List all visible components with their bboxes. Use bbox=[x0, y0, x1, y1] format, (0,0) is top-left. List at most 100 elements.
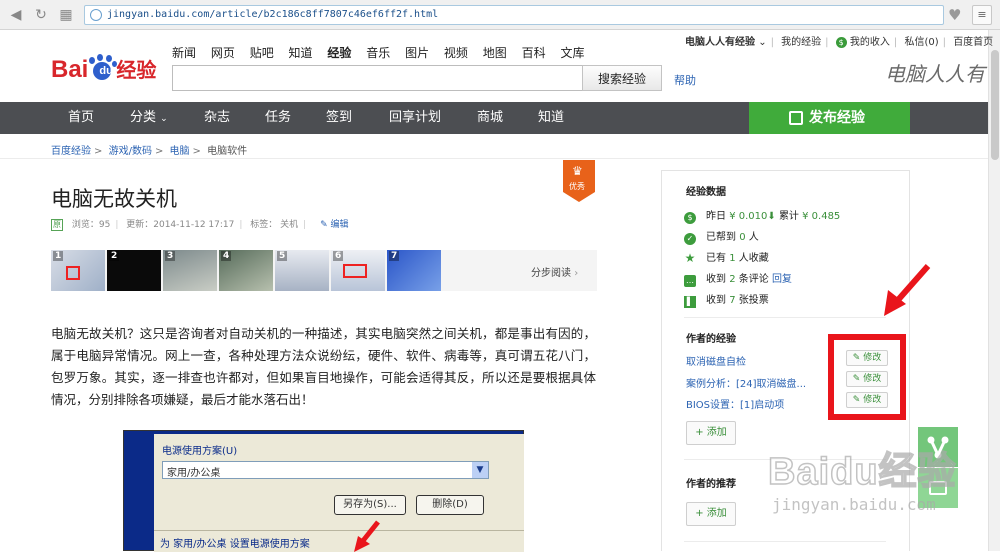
power-scheme-select: 家用/办公桌 ▼ bbox=[162, 461, 489, 479]
article-screenshot: 电源使用方案(U) 家用/办公桌 ▼ 另存为(S)... 删除(D) 为 家用/办… bbox=[123, 430, 524, 552]
url-text: jingyan.baidu.com/article/b2c186c8ff7807… bbox=[107, 9, 439, 20]
watermark-brand: Baidu经验 bbox=[767, 450, 957, 494]
nav-signin[interactable]: 签到 bbox=[326, 102, 352, 134]
currency-icon: $ bbox=[684, 212, 696, 224]
nav-link-zhidao[interactable]: 知道 bbox=[289, 46, 313, 60]
baidu-jingyan-logo[interactable]: Bai du 经验 bbox=[51, 54, 156, 88]
add-recommend-button[interactable]: + 添加 bbox=[686, 502, 736, 526]
nav-magazine[interactable]: 杂志 bbox=[204, 102, 230, 134]
author-exp-item[interactable]: 取消磁盘自检 bbox=[686, 353, 746, 368]
nav-link-music[interactable]: 音乐 bbox=[366, 46, 390, 60]
divider bbox=[684, 541, 886, 542]
step-thumb[interactable]: 6 bbox=[331, 250, 385, 291]
back-icon[interactable]: ◀ bbox=[8, 7, 24, 23]
stat-votes: ▌ 收到 7 张投票 bbox=[684, 291, 769, 308]
nav-category[interactable]: 分类 ⌄ bbox=[130, 102, 168, 134]
step-thumb[interactable]: 5 bbox=[275, 250, 329, 291]
stat-helped: ✓ 已帮到 0 人 bbox=[684, 228, 759, 245]
globe-icon bbox=[90, 9, 102, 21]
nav-link-news[interactable]: 新闻 bbox=[172, 46, 196, 60]
logo-jingyan-text: 经验 bbox=[116, 58, 157, 82]
username-link[interactable]: 电脑人人有经验 bbox=[685, 37, 755, 48]
baidu-home-link[interactable]: 百度首页 bbox=[953, 37, 993, 48]
step-reading-label: 分步阅读 bbox=[531, 268, 571, 279]
logo-bai-text: Bai bbox=[51, 56, 89, 83]
edit-icon bbox=[789, 111, 803, 125]
step-thumb[interactable]: 3 bbox=[163, 250, 217, 291]
step-thumb[interactable]: 1 bbox=[51, 250, 105, 291]
nav-tasks[interactable]: 任务 bbox=[265, 102, 291, 134]
step-reading-link[interactable]: 分步阅读 › bbox=[531, 264, 578, 279]
breadcrumb-current: 电脑软件 bbox=[207, 146, 248, 157]
author-exp-item[interactable]: BIOS设置：[1]启动项 bbox=[686, 396, 784, 411]
excellent-badge: ♛ 优秀 bbox=[563, 160, 595, 202]
divider bbox=[0, 158, 988, 159]
stat-income: $ 昨日 ¥ 0.010⬇ 累计 ¥ 0.485 bbox=[684, 207, 840, 224]
nav-mall[interactable]: 商城 bbox=[477, 102, 503, 134]
author-recommend-title: 作者的推荐 bbox=[686, 479, 736, 490]
heart-icon[interactable]: ♥ bbox=[948, 6, 961, 24]
publish-label: 发布经验 bbox=[809, 110, 865, 126]
original-badge: 原 bbox=[51, 219, 63, 231]
annotation-arrow bbox=[354, 520, 380, 552]
add-exp-button[interactable]: + 添加 bbox=[686, 421, 736, 445]
watermark: Baidu经验 jingyan.baidu.com bbox=[767, 440, 957, 514]
help-link[interactable]: 帮助 bbox=[674, 72, 696, 88]
scrollbar[interactable] bbox=[988, 30, 1000, 551]
search-input[interactable] bbox=[172, 65, 583, 91]
arrow-down-icon: ⬇ bbox=[767, 211, 776, 222]
nav-link-images[interactable]: 图片 bbox=[405, 46, 429, 60]
article-meta: 原 浏览：95 | 更新：2014-11-12 17:17 | 标签： 关机 | ✎ … bbox=[51, 219, 349, 231]
stats-title: 经验数据 bbox=[686, 187, 726, 198]
stat-favorites: ★ 已有 1 人收藏 bbox=[684, 251, 769, 265]
edit-link[interactable]: ✎ 编辑 bbox=[320, 220, 348, 230]
nav-link-video[interactable]: 视频 bbox=[444, 46, 468, 60]
scrollbar-thumb[interactable] bbox=[991, 50, 999, 160]
step-thumb[interactable]: 4 bbox=[219, 250, 273, 291]
nav-home[interactable]: 首页 bbox=[68, 102, 94, 134]
step-thumb[interactable]: 7 bbox=[387, 250, 441, 291]
step-thumb[interactable]: 2 bbox=[107, 250, 161, 291]
article-title: 电脑无故关机 bbox=[51, 187, 177, 211]
address-bar[interactable]: jingyan.baidu.com/article/b2c186c8ff7807… bbox=[84, 5, 944, 25]
chevron-right-icon: › bbox=[574, 268, 579, 279]
nav-link-web[interactable]: 网页 bbox=[211, 46, 235, 60]
comment-icon: … bbox=[684, 275, 696, 287]
power-scheme-label: 电源使用方案(U) bbox=[162, 446, 238, 457]
chevron-down-icon[interactable]: ⌄ bbox=[758, 37, 766, 48]
my-experience-link[interactable]: 我的经验 bbox=[781, 37, 821, 48]
nav-share-plan[interactable]: 回享计划 bbox=[389, 102, 441, 134]
nav-link-tieba[interactable]: 贴吧 bbox=[250, 46, 274, 60]
author-exp-item[interactable]: 案例分析：[24]取消磁盘... bbox=[686, 375, 806, 390]
watermark-domain: jingyan.baidu.com bbox=[772, 495, 936, 514]
power-scheme-subtitle: 为 家用/办公桌 设置电源使用方案 bbox=[160, 539, 310, 550]
thumbs-up-icon: ✓ bbox=[684, 233, 696, 245]
edit-label: 编辑 bbox=[330, 220, 349, 230]
apps-grid-icon[interactable]: ▦ bbox=[58, 7, 74, 23]
menu-icon[interactable]: ≡ bbox=[972, 5, 992, 25]
breadcrumb-computer[interactable]: 电脑 bbox=[170, 146, 190, 157]
breadcrumb: 百度经验 > 游戏/数码 > 电脑 > 电脑软件 bbox=[51, 146, 248, 157]
nav-link-jingyan[interactable]: 经验 bbox=[327, 46, 351, 60]
messages-link[interactable]: 私信(0) bbox=[904, 37, 938, 48]
browser-toolbar: ◀ ↻ ▦ jingyan.baidu.com/article/b2c186c8… bbox=[0, 0, 1000, 30]
logo-du-text: du bbox=[99, 65, 113, 77]
refresh-icon[interactable]: ↻ bbox=[33, 7, 49, 23]
reply-link[interactable]: 回复 bbox=[772, 274, 792, 285]
search-button[interactable]: 搜索经验 bbox=[582, 65, 662, 91]
publish-experience-button[interactable]: 发布经验 bbox=[749, 102, 910, 134]
nav-link-wenku[interactable]: 文库 bbox=[560, 46, 584, 60]
my-income-link[interactable]: 我的收入 bbox=[850, 37, 890, 48]
currency-icon: $ bbox=[835, 37, 847, 48]
nav-link-baike[interactable]: 百科 bbox=[522, 46, 546, 60]
paw-icon: du bbox=[88, 54, 118, 82]
nav-link-map[interactable]: 地图 bbox=[483, 46, 507, 60]
annotation-arrow bbox=[884, 264, 931, 316]
breadcrumb-home[interactable]: 百度经验 bbox=[51, 146, 91, 157]
power-scheme-value: 家用/办公桌 bbox=[167, 468, 221, 479]
breadcrumb-games[interactable]: 游戏/数码 bbox=[109, 146, 152, 157]
author-experience-title: 作者的经验 bbox=[686, 334, 736, 345]
view-count: 浏览：95 bbox=[71, 220, 111, 230]
badge-label: 优秀 bbox=[569, 182, 585, 191]
nav-zhidao[interactable]: 知道 bbox=[538, 102, 564, 134]
